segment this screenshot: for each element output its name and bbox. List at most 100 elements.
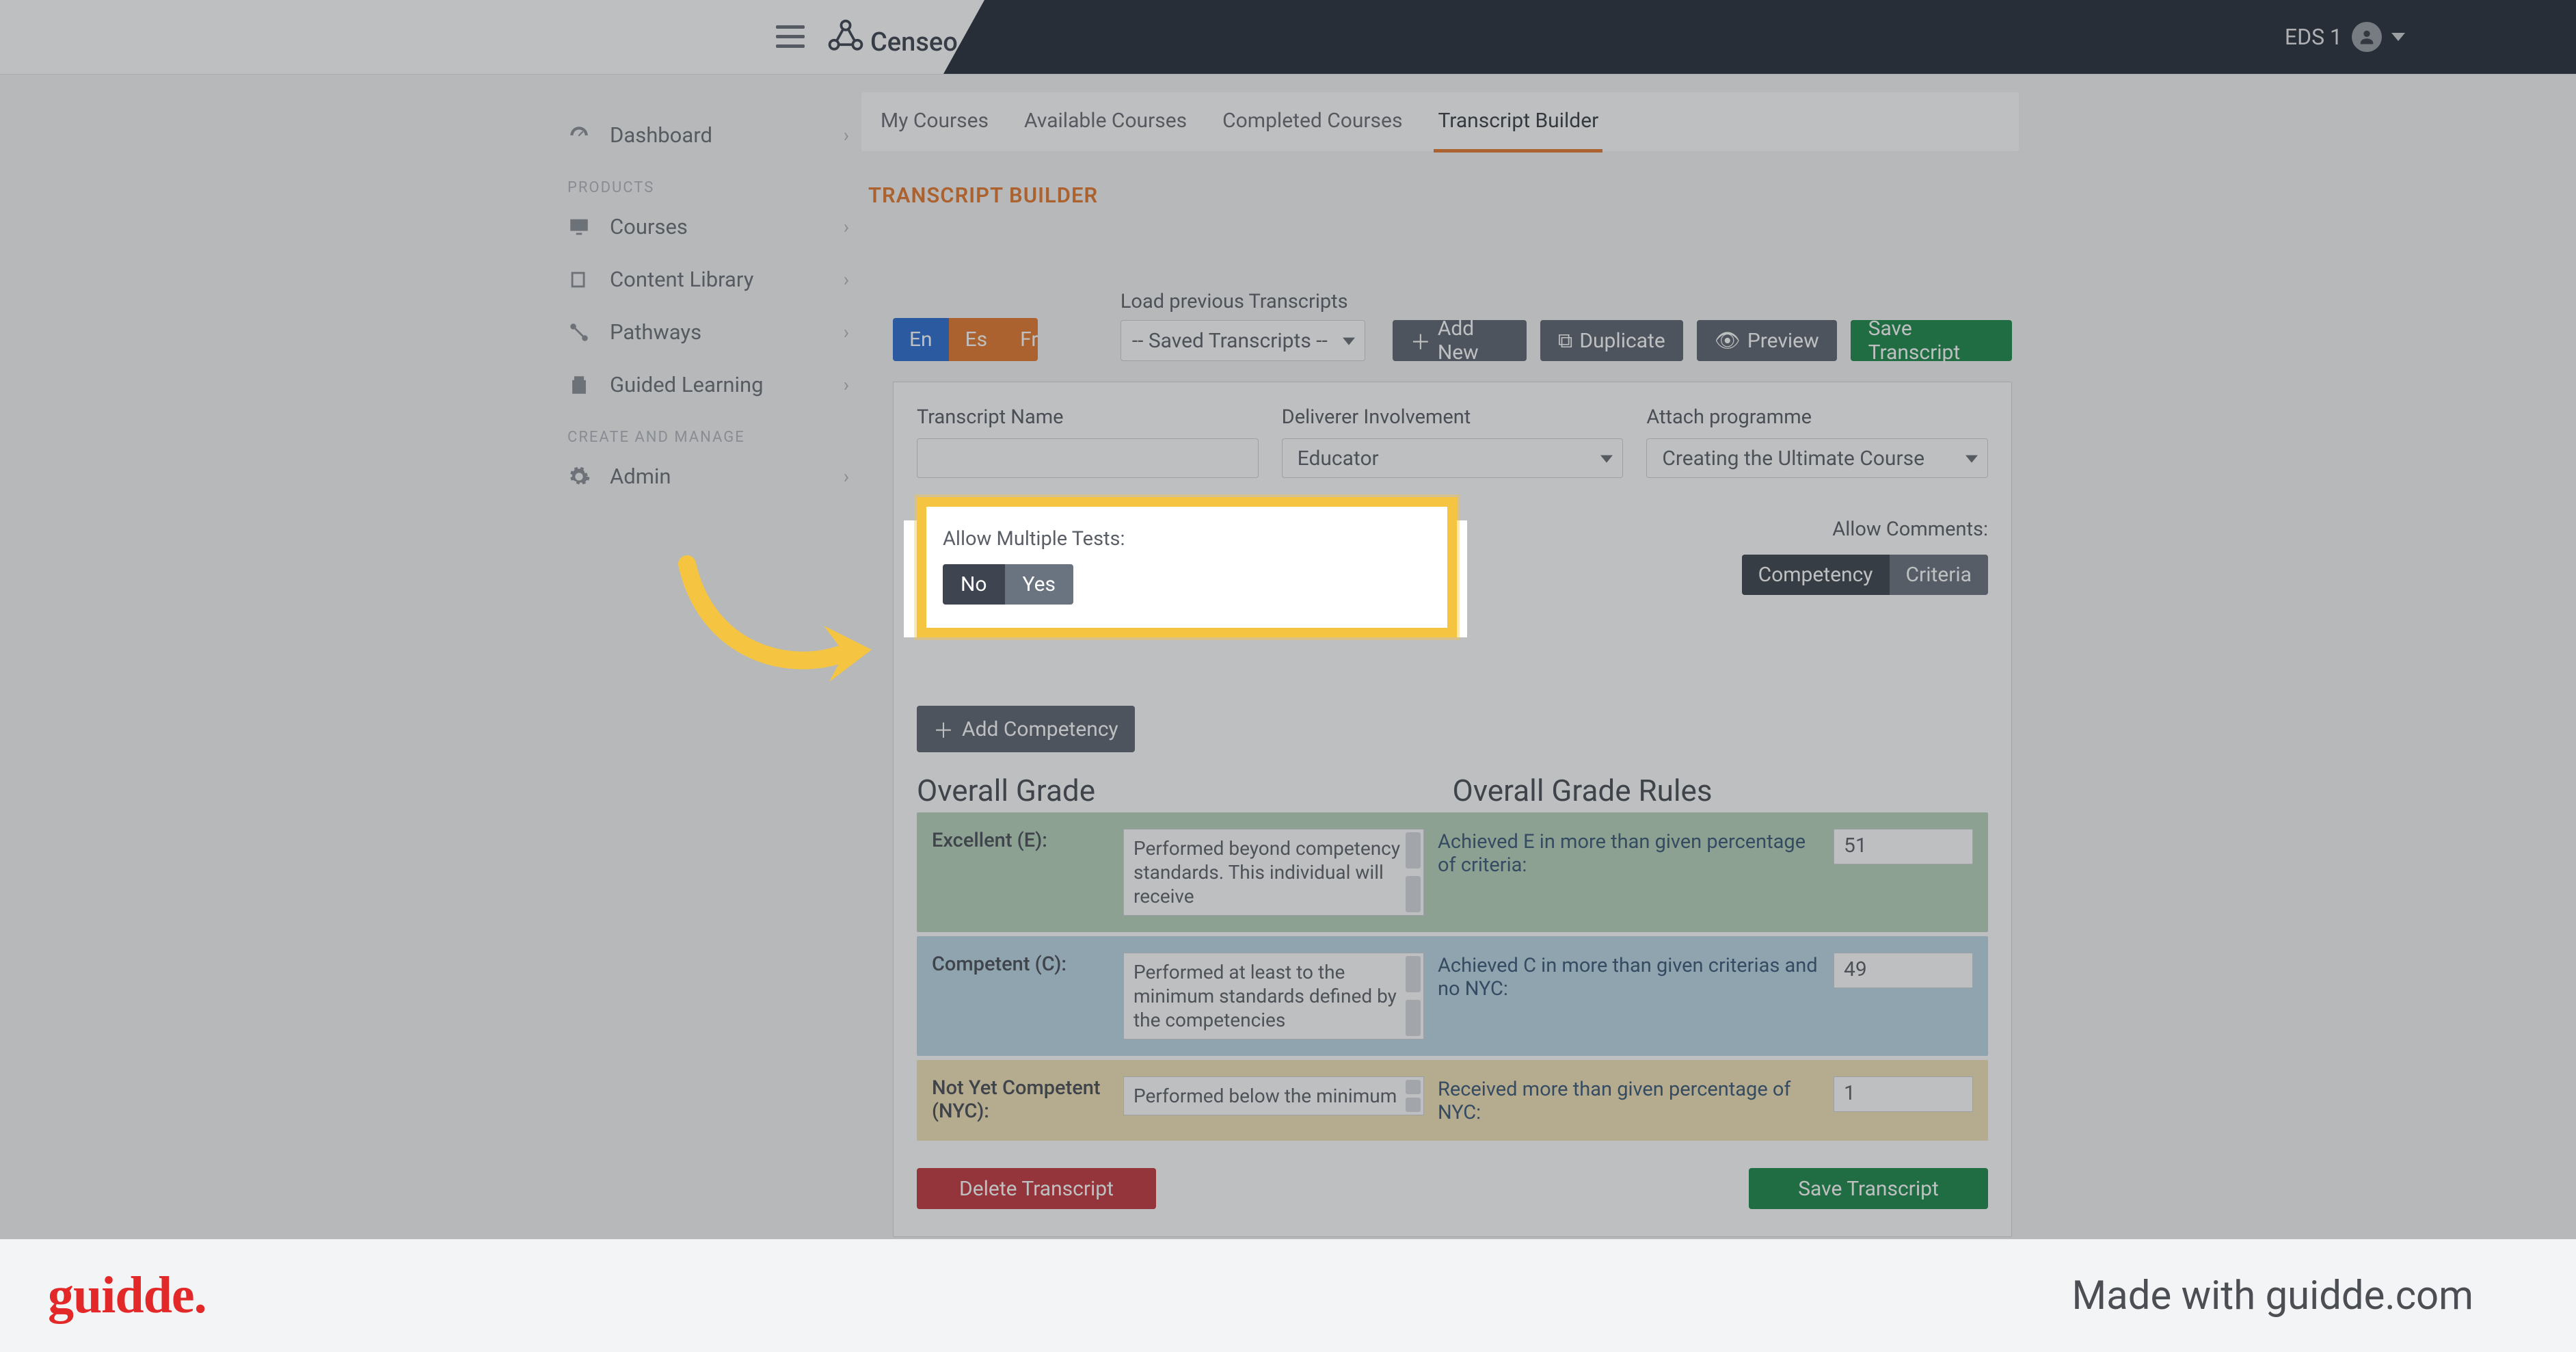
programme-label: Attach programme [1646, 406, 1988, 429]
sidebar-section-create-manage: CREATE AND MANAGE [565, 411, 859, 450]
grade-c-value-input[interactable]: 49 [1834, 953, 1973, 988]
sidebar-item-label: Admin [610, 464, 671, 489]
preview-button[interactable]: 👁 Preview [1697, 320, 1837, 361]
tab-available-courses[interactable]: Available Courses [1020, 91, 1191, 153]
options-row: Allow Multiple Tests: No Yes Allow Comme… [917, 497, 1988, 637]
app-logo[interactable]: Censeo [825, 16, 958, 57]
grade-e-rule: Achieved E in more than given percentage… [1438, 829, 1820, 877]
programme-select[interactable]: Creating the Ultimate Course [1646, 438, 1988, 478]
grade-n-desc-input[interactable]: Performed below the minimum [1123, 1076, 1424, 1115]
lang-en-button[interactable]: En [893, 318, 949, 361]
chevron-right-icon: › [844, 215, 849, 238]
sidebar-item-admin[interactable]: Admin › [565, 450, 859, 503]
user-label: EDS 1 [2285, 24, 2342, 50]
chevron-right-icon: › [844, 373, 849, 396]
sidebar-item-label: Courses [610, 214, 688, 239]
save-transcript-button-bottom[interactable]: Save Transcript [1749, 1168, 1988, 1209]
gauge-icon [567, 124, 591, 147]
textarea-resize-icon [1406, 832, 1421, 912]
sidebar: Dashboard › PRODUCTS Courses › Content L… [565, 75, 859, 1352]
sidebar-item-courses[interactable]: Courses › [565, 200, 859, 253]
save-label: Save Transcript [1868, 317, 1994, 364]
grade-e-desc-input[interactable]: Performed beyond competency standards. T… [1123, 829, 1424, 916]
chevron-right-icon: › [844, 321, 849, 343]
main-content: My Courses Available Courses Completed C… [861, 92, 2019, 1237]
card-footer: Delete Transcript Save Transcript [917, 1168, 1988, 1209]
menu-icon[interactable] [776, 25, 805, 49]
chevron-right-icon: › [844, 124, 849, 146]
tab-transcript-builder[interactable]: Transcript Builder [1434, 91, 1602, 153]
transcript-name-input[interactable] [917, 438, 1259, 478]
sidebar-section-products: PRODUCTS [565, 161, 859, 200]
deliverer-select[interactable]: Educator [1282, 438, 1624, 478]
save-transcript-button[interactable]: Save Transcript [1851, 320, 2012, 361]
chevron-right-icon: › [844, 465, 849, 488]
overall-grade-rules-heading: Overall Grade Rules [1453, 773, 1989, 808]
field-transcript-name: Transcript Name [917, 406, 1259, 478]
sidebar-item-label: Guided Learning [610, 372, 764, 397]
deliverer-label: Deliverer Involvement [1282, 406, 1624, 429]
tabs: My Courses Available Courses Completed C… [861, 92, 2019, 151]
path-icon [567, 321, 591, 344]
header-left: Censeo [0, 0, 984, 74]
delete-transcript-button[interactable]: Delete Transcript [917, 1168, 1156, 1209]
tab-completed-courses[interactable]: Completed Courses [1218, 91, 1406, 153]
tab-my-courses[interactable]: My Courses [876, 91, 993, 153]
textarea-resize-icon [1406, 956, 1421, 1036]
eye-icon: 👁 [1715, 329, 1741, 353]
duplicate-button[interactable]: ⧉ Duplicate [1540, 320, 1683, 361]
allow-multiple-tests-highlight: Allow Multiple Tests: No Yes [917, 497, 1457, 637]
guidde-logo: guidde. [48, 1266, 206, 1325]
sidebar-item-label: Dashboard [610, 122, 712, 148]
field-deliverer: Deliverer Involvement Educator [1282, 406, 1624, 478]
grade-row-competent: Competent (C): Performed at least to the… [917, 936, 1988, 1056]
field-programme: Attach programme Creating the Ultimate C… [1646, 406, 1988, 478]
sidebar-item-content-library[interactable]: Content Library › [565, 253, 859, 306]
grade-headings: Overall Grade Overall Grade Rules [917, 773, 1988, 808]
add-new-label: Add New [1438, 317, 1509, 364]
add-new-button[interactable]: ＋ Add New [1393, 320, 1527, 361]
transcript-card: Transcript Name Deliverer Involvement Ed… [893, 382, 2012, 1237]
sidebar-item-dashboard[interactable]: Dashboard › [565, 109, 859, 161]
clipboard-icon [567, 373, 591, 397]
fields-row: Transcript Name Deliverer Involvement Ed… [917, 406, 1988, 478]
comments-competency-button[interactable]: Competency [1742, 555, 1890, 595]
comments-criteria-button[interactable]: Criteria [1890, 555, 1989, 595]
allow-multiple-no-button[interactable]: No [943, 564, 1005, 605]
grade-c-desc-input[interactable]: Performed at least to the minimum standa… [1123, 953, 1424, 1039]
grade-e-desc-text: Performed beyond competency standards. T… [1133, 837, 1400, 907]
grade-row-nyc: Not Yet Competent (NYC): Performed below… [917, 1060, 1988, 1141]
sidebar-item-label: Content Library [610, 267, 753, 292]
sidebar-item-pathways[interactable]: Pathways › [565, 306, 859, 358]
plus-icon: ＋ [1410, 326, 1431, 356]
deliverer-value: Educator [1298, 447, 1379, 470]
delete-label: Delete Transcript [959, 1177, 1114, 1201]
load-previous-group: Load previous Transcripts -- Saved Trans… [1121, 290, 1365, 361]
allow-multiple-yes-button[interactable]: Yes [1005, 564, 1073, 605]
grade-n-value-input[interactable]: 1 [1834, 1076, 1973, 1112]
add-competency-button[interactable]: ＋ Add Competency [917, 706, 1135, 752]
saved-transcripts-select[interactable]: -- Saved Transcripts -- [1121, 320, 1365, 361]
guidde-footer: guidde. Made with guidde.com [0, 1239, 2576, 1352]
user-menu[interactable]: EDS 1 [2285, 22, 2405, 52]
allow-comments-label: Allow Comments: [1742, 518, 1988, 541]
plus-icon: ＋ [933, 714, 954, 744]
grade-c-label: Competent (C): [932, 953, 1110, 976]
lang-es-button[interactable]: Es [949, 318, 1004, 361]
textarea-resize-icon [1406, 1080, 1421, 1112]
app-name: Censeo [870, 27, 958, 57]
builder-toolbar: En Es Fr Load previous Transcripts -- Sa… [861, 208, 2019, 361]
app-header: Censeo EDS 1 [0, 0, 2576, 75]
grade-c-desc-text: Performed at least to the minimum standa… [1133, 961, 1397, 1031]
saved-transcripts-value: -- Saved Transcripts -- [1132, 329, 1328, 353]
programme-value: Creating the Ultimate Course [1662, 447, 1924, 470]
sidebar-item-guided-learning[interactable]: Guided Learning › [565, 358, 859, 411]
allow-comments-toggle: Competency Criteria [1742, 555, 1988, 595]
grade-c-rule: Achieved C in more than given criterias … [1438, 953, 1820, 1000]
book-icon [567, 268, 591, 291]
language-toggle: En Es Fr [893, 318, 1038, 361]
grade-n-label: Not Yet Competent (NYC): [932, 1076, 1110, 1123]
made-with-text: Made with guidde.com [2072, 1273, 2473, 1319]
lang-fr-button[interactable]: Fr [1004, 318, 1038, 361]
grade-e-value-input[interactable]: 51 [1834, 829, 1973, 864]
